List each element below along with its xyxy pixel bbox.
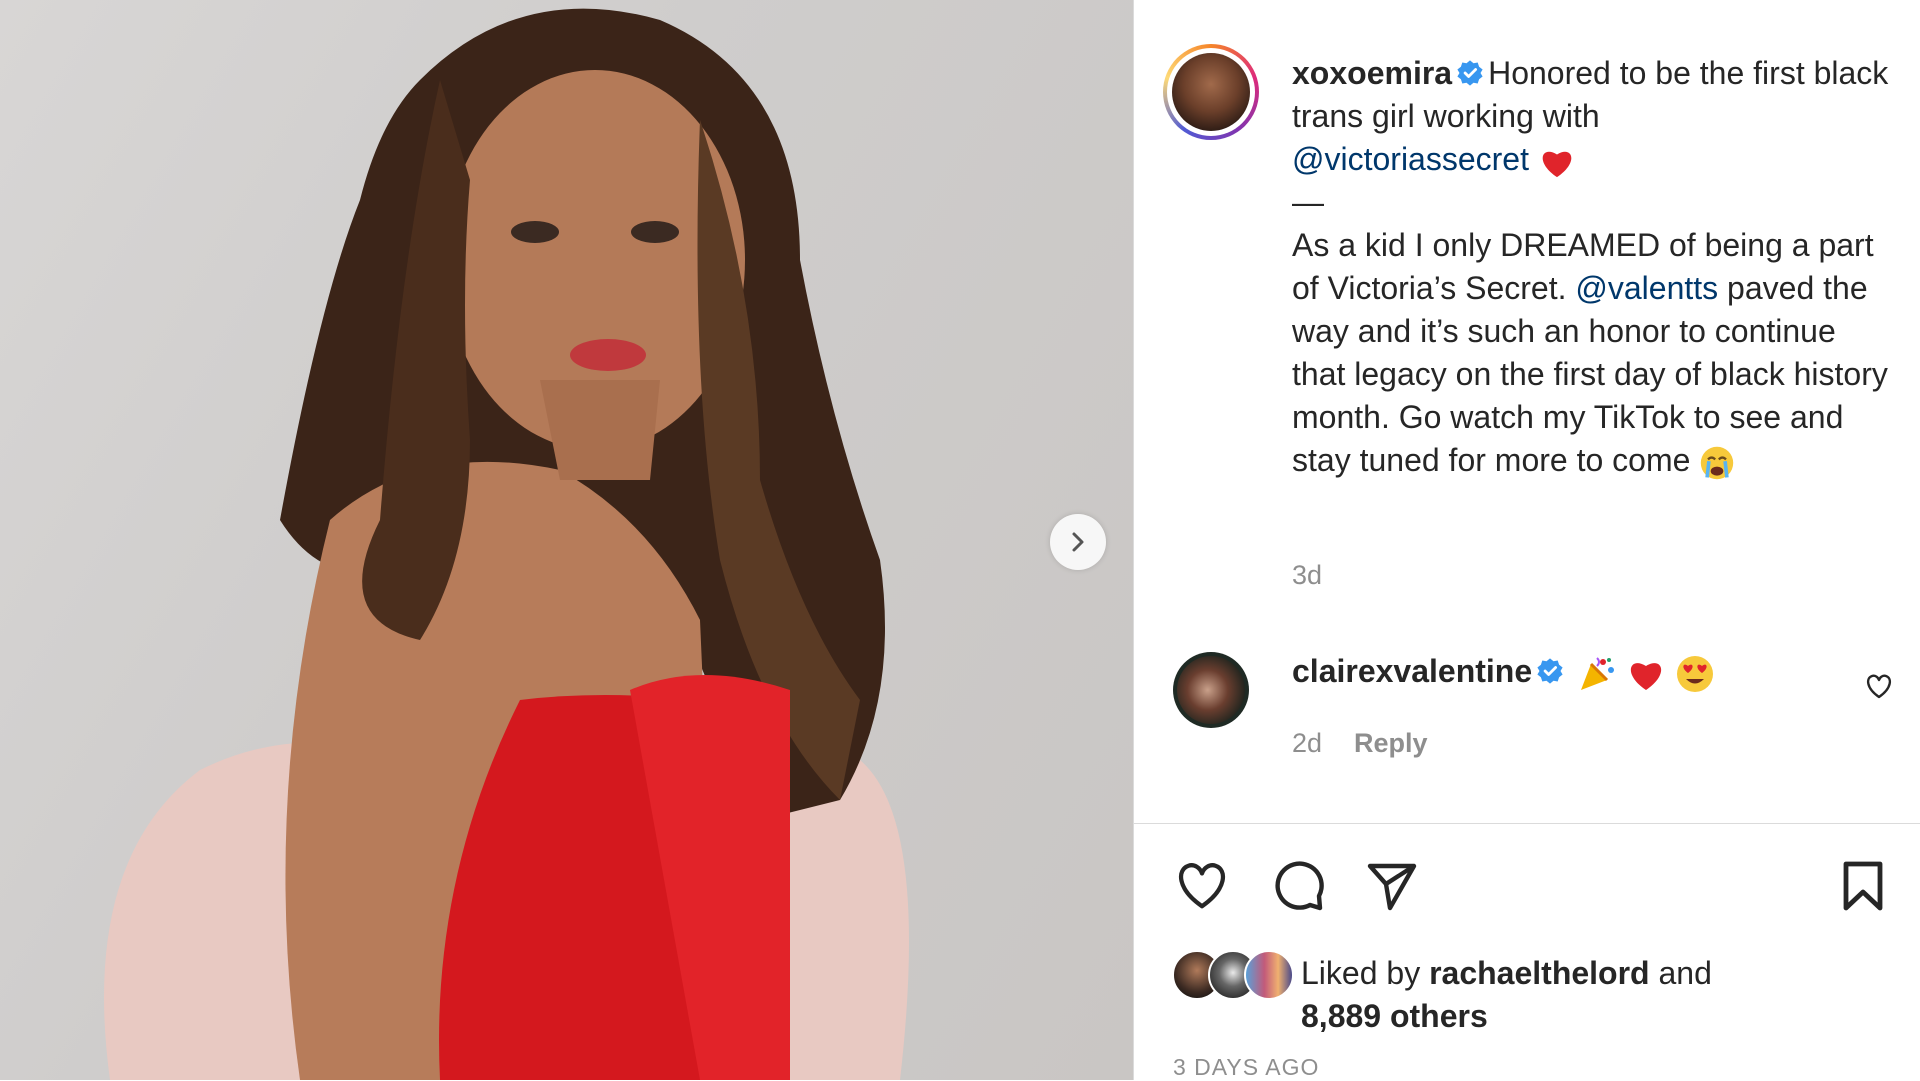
red-heart-icon	[1630, 662, 1662, 690]
comment-like-button[interactable]	[1864, 672, 1894, 705]
post-media	[0, 0, 1133, 1080]
post-caption: xoxoemira Honored to be the first black t…	[1292, 52, 1892, 482]
mention-valentts[interactable]: @valentts	[1575, 270, 1718, 306]
likes-prefix: Liked by	[1301, 955, 1421, 991]
heart-icon	[1866, 674, 1892, 699]
reply-button[interactable]: Reply	[1354, 728, 1428, 759]
likes-others[interactable]: 8,889 others	[1301, 998, 1488, 1034]
author-username[interactable]: xoxoemira	[1292, 55, 1452, 91]
post-date[interactable]: 3 DAYS AGO	[1173, 1054, 1319, 1081]
caption-timestamp[interactable]: 3d	[1292, 560, 1322, 591]
avatar-image	[1172, 53, 1250, 131]
next-image-button[interactable]	[1050, 514, 1106, 570]
verified-badge-icon	[1457, 59, 1483, 86]
heart-eyes-icon	[1676, 655, 1713, 692]
share-button[interactable]	[1364, 858, 1420, 919]
post-photo	[104, 8, 909, 1080]
verified-badge-icon	[1537, 657, 1563, 684]
comment-item: clairexvalentine	[1292, 650, 1715, 694]
like-button[interactable]	[1173, 858, 1231, 917]
chevron-right-icon	[1072, 532, 1084, 552]
liker-username[interactable]: rachaelthelord	[1429, 955, 1650, 991]
heart-icon	[1178, 863, 1226, 909]
caption-dash: —	[1292, 184, 1324, 220]
save-button[interactable]	[1838, 858, 1888, 919]
red-heart-icon	[1542, 151, 1572, 177]
comment-timestamp[interactable]: 2d	[1292, 728, 1322, 759]
crying-face-icon	[1701, 446, 1734, 479]
actions-divider	[1134, 823, 1920, 824]
caption-paragraph-2: As a kid I only DREAMED of being a part …	[1292, 224, 1892, 482]
commenter-username[interactable]: clairexvalentine	[1292, 653, 1532, 689]
comment-button[interactable]	[1270, 858, 1326, 919]
author-avatar[interactable]	[1163, 44, 1259, 140]
mention-victoriassecret[interactable]: @victoriassecret	[1292, 141, 1529, 177]
liker-avatars	[1172, 950, 1294, 1000]
party-popper-icon	[1581, 656, 1615, 690]
paper-plane-icon	[1367, 863, 1417, 911]
liker-avatar[interactable]	[1244, 950, 1294, 1000]
commenter-avatar[interactable]	[1173, 652, 1249, 728]
comment-icon	[1275, 861, 1324, 911]
commenter-avatar-image	[1177, 656, 1245, 724]
likes-and: and	[1658, 955, 1712, 991]
likes-summary: Liked by rachaelthelord and 8,889 others	[1301, 952, 1712, 1038]
bookmark-icon	[1843, 861, 1883, 911]
